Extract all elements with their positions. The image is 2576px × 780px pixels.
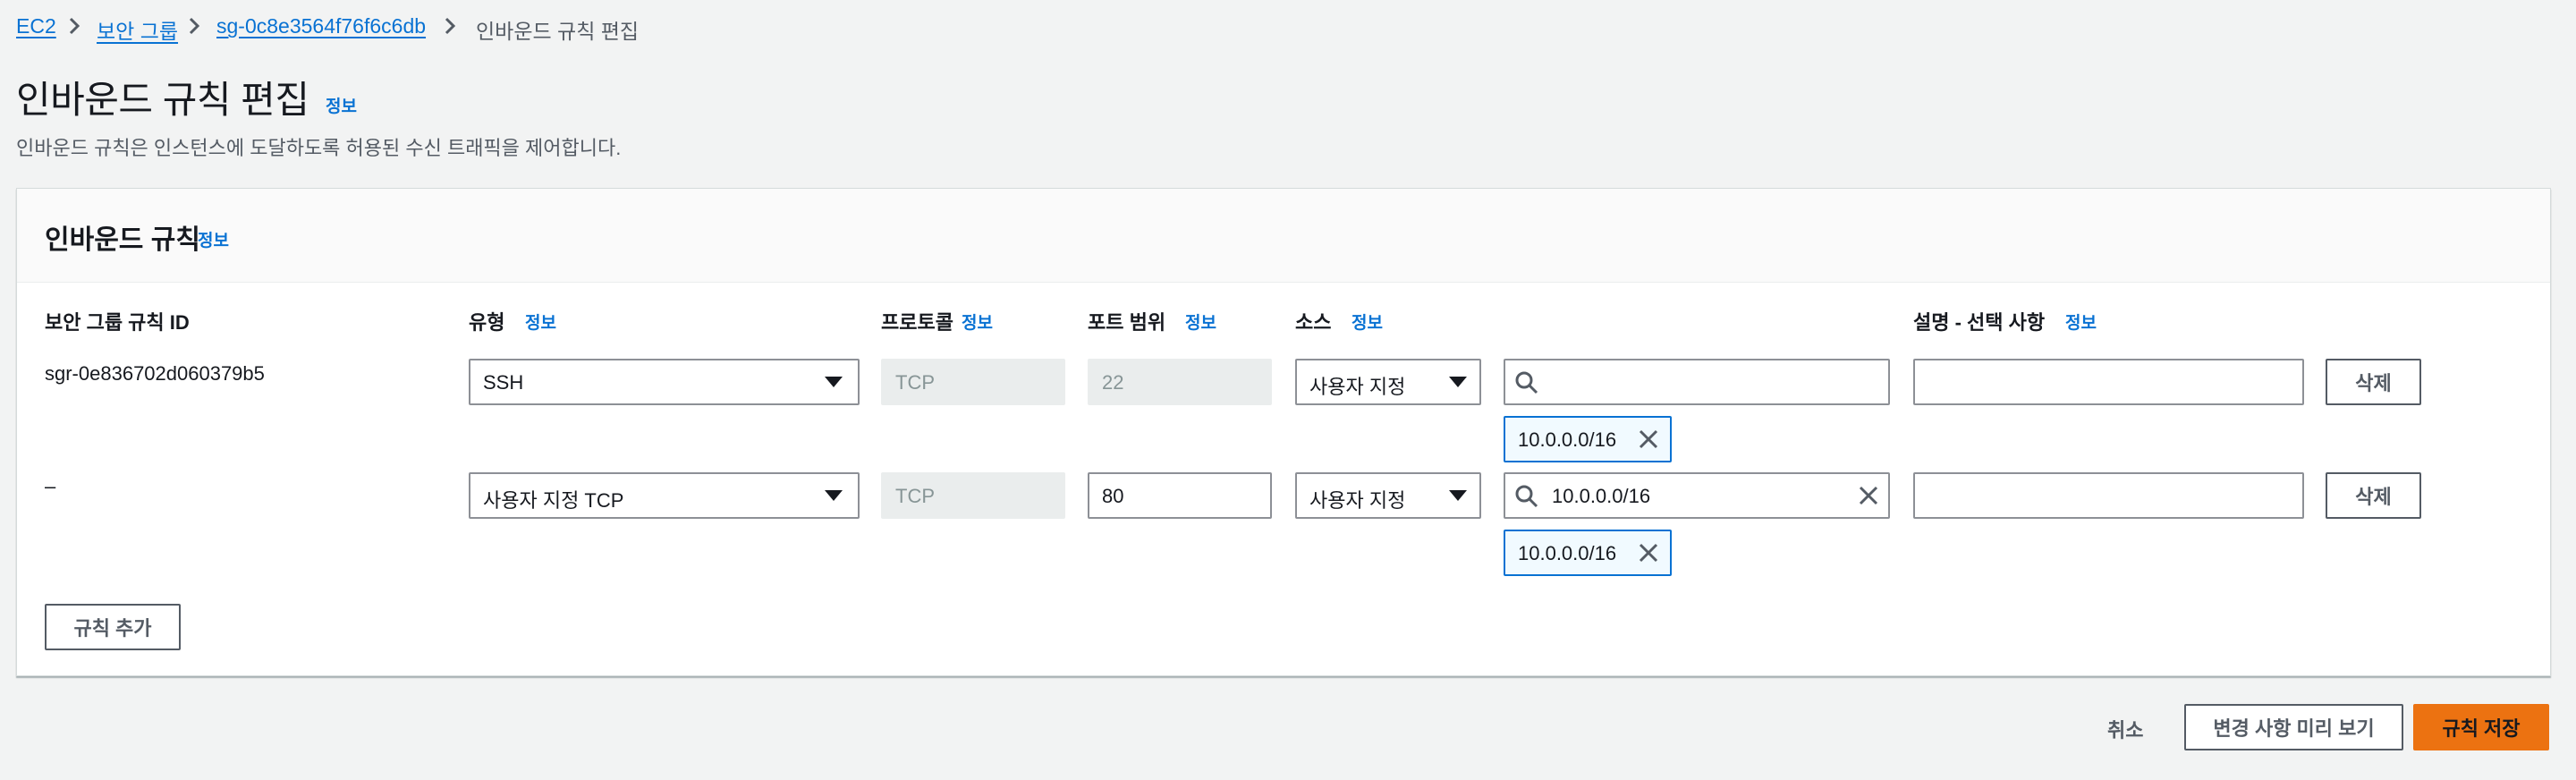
delete-button[interactable]: 삭제	[2326, 472, 2421, 519]
breadcrumb-security-groups[interactable]: 보안 그룹	[97, 14, 178, 45]
port-range-value: 22	[1102, 371, 1124, 394]
rule-id: sgr-0e836702d060379b5	[45, 362, 265, 385]
add-rule-button[interactable]: 규칙 추가	[45, 604, 181, 650]
port-range-value: 80	[1102, 485, 1124, 507]
column-header-port-range: 포트 범위	[1088, 311, 1166, 334]
page-description: 인바운드 규칙은 인스턴스에 도달하도록 허용된 수신 트래픽을 제어합니다.	[16, 137, 622, 159]
breadcrumb-security-group-id[interactable]: sg-0c8e3564f76f6c6db	[216, 14, 426, 38]
source-type-select[interactable]: 사용자 지정	[1295, 472, 1481, 519]
caret-down-icon	[1449, 490, 1467, 501]
column-header-type: 유형	[469, 311, 505, 334]
column-header-protocol: 프로토콜	[881, 311, 953, 334]
column-header-description: 설명 - 선택 사항	[1913, 311, 2046, 334]
protocol-info-link[interactable]: 정보	[962, 309, 993, 334]
type-select[interactable]: SSH	[469, 359, 860, 405]
source-info-link[interactable]: 정보	[1352, 309, 1383, 334]
port-range-input[interactable]: 80	[1088, 472, 1272, 519]
panel-title: 인바운드 규칙	[45, 225, 200, 255]
type-select-value: SSH	[483, 371, 524, 394]
inbound-rules-panel: 인바운드 규칙 정보 보안 그룹 규칙 ID 유형 정보 프로토콜 정보 포트 …	[16, 188, 2551, 676]
chevron-right-icon	[69, 17, 80, 35]
source-search-value: 10.0.0.0/16	[1552, 485, 1651, 507]
panel-info-link[interactable]: 정보	[198, 227, 229, 251]
caret-down-icon	[825, 490, 843, 501]
source-search-input[interactable]: 10.0.0.0/16	[1504, 472, 1890, 519]
source-token-value: 10.0.0.0/16	[1518, 542, 1617, 564]
page-title: 인바운드 규칙 편집	[16, 79, 309, 121]
source-token: 10.0.0.0/16	[1504, 530, 1672, 576]
source-type-select[interactable]: 사용자 지정	[1295, 359, 1481, 405]
page-info-link[interactable]: 정보	[326, 93, 357, 117]
column-header-rule-id: 보안 그룹 규칙 ID	[45, 311, 190, 334]
source-type-value: 사용자 지정	[1309, 376, 1406, 398]
description-info-link[interactable]: 정보	[2065, 309, 2097, 334]
type-info-link[interactable]: 정보	[525, 309, 556, 334]
search-icon	[1515, 371, 1538, 394]
search-icon	[1515, 485, 1538, 508]
cancel-button[interactable]: 취소	[2107, 715, 2143, 743]
protocol-field: TCP	[881, 472, 1065, 519]
type-select[interactable]: 사용자 지정 TCP	[469, 472, 860, 519]
column-header-source: 소스	[1295, 311, 1332, 334]
type-select-value: 사용자 지정 TCP	[483, 489, 624, 512]
protocol-field: TCP	[881, 359, 1065, 405]
clear-icon[interactable]	[1858, 485, 1879, 506]
source-token: 10.0.0.0/16	[1504, 416, 1672, 462]
panel-header: 인바운드 규칙 정보	[17, 189, 2550, 283]
port-info-link[interactable]: 정보	[1185, 309, 1216, 334]
source-token-value: 10.0.0.0/16	[1518, 428, 1617, 451]
caret-down-icon	[1449, 377, 1467, 387]
protocol-value: TCP	[895, 371, 935, 394]
rule-id: –	[45, 475, 56, 497]
chevron-right-icon	[445, 17, 456, 35]
description-input[interactable]	[1913, 359, 2304, 405]
port-range-field: 22	[1088, 359, 1272, 405]
close-icon[interactable]	[1638, 428, 1659, 450]
delete-button[interactable]: 삭제	[2326, 359, 2421, 405]
description-input[interactable]	[1913, 472, 2304, 519]
breadcrumb-ec2[interactable]: EC2	[16, 14, 56, 38]
close-icon[interactable]	[1638, 542, 1659, 564]
protocol-value: TCP	[895, 485, 935, 507]
caret-down-icon	[825, 377, 843, 387]
preview-changes-button[interactable]: 변경 사항 미리 보기	[2184, 704, 2403, 750]
breadcrumb-current: 인바운드 규칙 편집	[476, 20, 640, 43]
chevron-right-icon	[189, 17, 200, 35]
save-rules-button[interactable]: 규칙 저장	[2413, 704, 2549, 750]
source-type-value: 사용자 지정	[1309, 489, 1406, 512]
source-search-input[interactable]	[1504, 359, 1890, 405]
